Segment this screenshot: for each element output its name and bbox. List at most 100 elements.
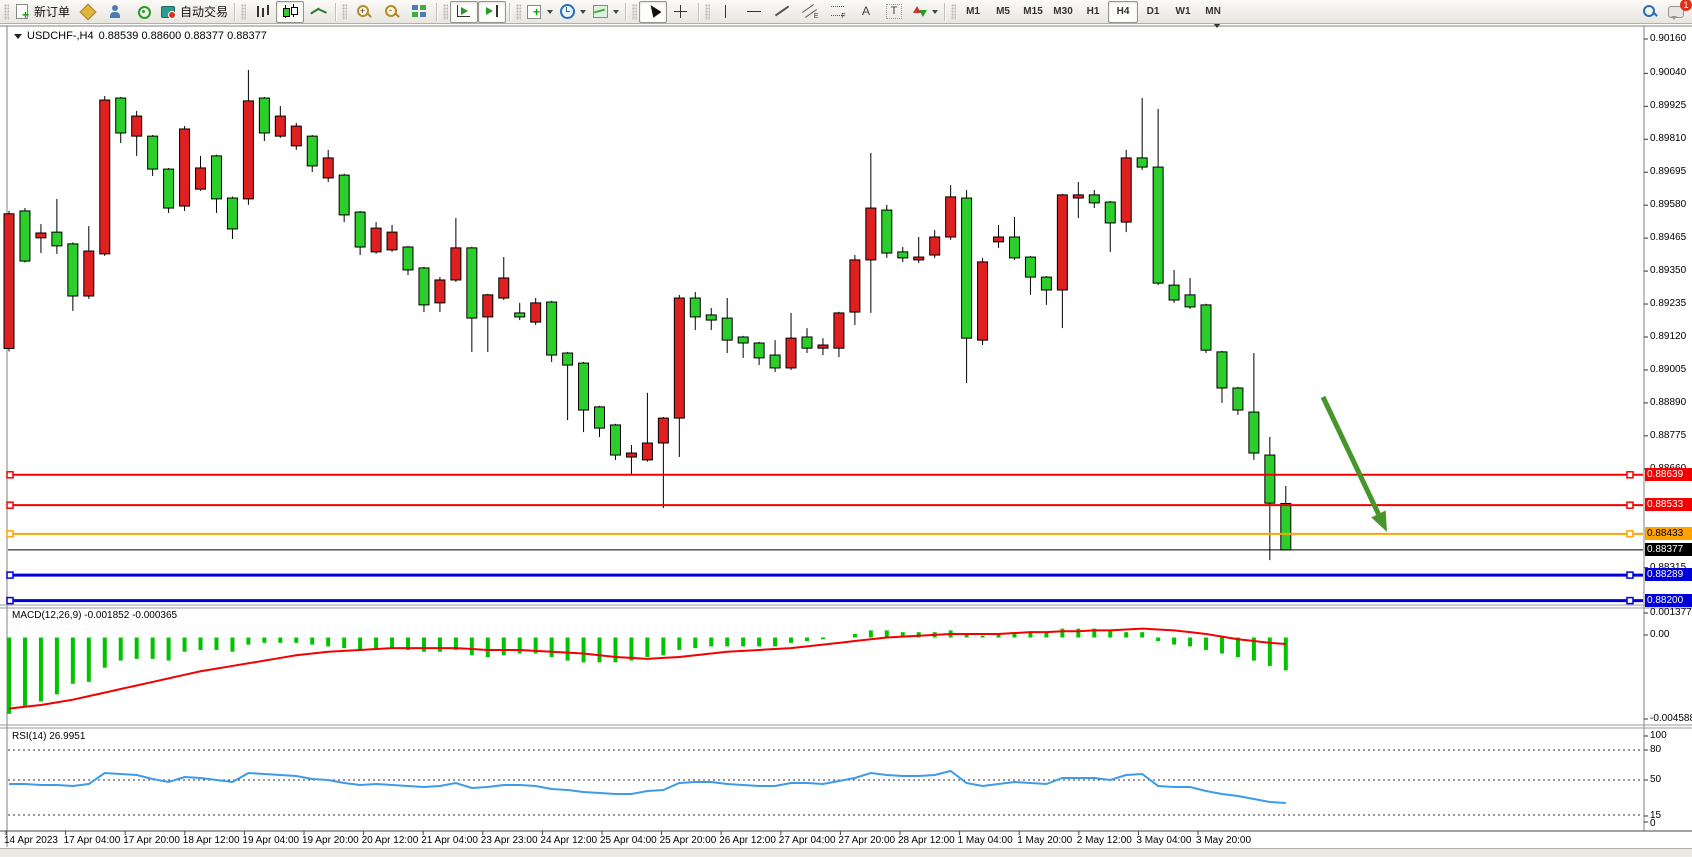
autotrading-button-label: 自动交易 — [180, 3, 228, 20]
price-axis-label: 0.89120 — [1650, 331, 1686, 342]
toolbar-separator — [234, 3, 236, 21]
time-axis-label: 23 Apr 23:00 — [481, 835, 538, 846]
crosshair-button[interactable] — [667, 1, 695, 23]
price-axis-label: 0.90040 — [1650, 67, 1686, 78]
rsi-axis-label: 50 — [1650, 774, 1661, 785]
level-price-tag: 0.88433 — [1645, 527, 1692, 540]
periods-button[interactable] — [556, 1, 589, 23]
timeframe-d1-button[interactable]: D1 — [1138, 1, 1168, 23]
price-axis-label: 0.89810 — [1650, 133, 1686, 144]
toolbar-grip[interactable] — [443, 4, 448, 20]
price-axis-label: 0.89695 — [1650, 166, 1686, 177]
tile-windows-button[interactable] — [405, 1, 433, 23]
macd-axis-label: 0.00 — [1650, 629, 1669, 640]
time-axis-label: 3 May 20:00 — [1196, 835, 1251, 846]
toolbar-grip[interactable] — [705, 4, 710, 20]
new-order-button-label: 新订单 — [34, 3, 70, 20]
time-axis-label: 3 May 04:00 — [1136, 835, 1191, 846]
search-icon[interactable] — [1642, 4, 1658, 20]
timeframe-m5-button[interactable]: M5 — [988, 1, 1018, 23]
chart-shift-marker[interactable] — [1213, 28, 1221, 46]
signals-button[interactable] — [129, 1, 157, 23]
timeframe-m1-button[interactable]: M1 — [958, 1, 988, 23]
chart-shift-button[interactable] — [478, 1, 506, 23]
timeframe-w1-button[interactable]: W1 — [1168, 1, 1198, 23]
toolbar-grip[interactable] — [4, 4, 9, 20]
time-axis-label: 14 Apr 2023 — [4, 835, 58, 846]
level-price-tag: 0.88533 — [1645, 498, 1692, 511]
trendline-button[interactable] — [768, 1, 796, 23]
rsi-indicator-value: 26.9951 — [49, 731, 85, 742]
zoom-in-button[interactable]: + — [349, 1, 377, 23]
toolbar-grip[interactable] — [342, 4, 347, 20]
timeframe-m15-button[interactable]: M15 — [1018, 1, 1048, 23]
time-axis-label: 25 Apr 20:00 — [660, 835, 717, 846]
vline-button[interactable] — [712, 1, 740, 23]
toolbar-separator — [436, 3, 438, 21]
price-axis-label: 0.89005 — [1650, 364, 1686, 375]
arrows-button[interactable] — [908, 1, 941, 23]
auto-scroll-button[interactable] — [450, 1, 478, 23]
chart-dropdown-icon[interactable] — [14, 34, 22, 39]
hline-button[interactable] — [740, 1, 768, 23]
level-price-tag: 0.88289 — [1645, 568, 1692, 581]
time-axis-label: 19 Apr 04:00 — [242, 835, 299, 846]
macd-axis-label: -0.004588 — [1650, 713, 1692, 724]
price-axis-label: 0.89465 — [1650, 232, 1686, 243]
profile-button[interactable] — [101, 1, 129, 23]
timeframe-m30-button[interactable]: M30 — [1048, 1, 1078, 23]
time-axis-label: 27 Apr 04:00 — [779, 835, 836, 846]
rsi-axis-label: 0 — [1650, 818, 1656, 829]
time-axis-label: 19 Apr 20:00 — [302, 835, 359, 846]
line-chart-button[interactable] — [304, 1, 332, 23]
price-axis-label: 0.90160 — [1650, 33, 1686, 44]
timeframe-h1-button[interactable]: H1 — [1078, 1, 1108, 23]
bar-chart-button[interactable] — [248, 1, 276, 23]
level-price-tag: 0.88200 — [1645, 594, 1692, 607]
chat-icon[interactable]: 1 — [1668, 4, 1686, 20]
channel-button[interactable]: E — [796, 1, 824, 23]
label-button[interactable]: T — [880, 1, 908, 23]
toolbar-grip[interactable] — [516, 4, 521, 20]
time-axis-label: 27 Apr 20:00 — [838, 835, 895, 846]
chart-ohlc-values: 0.88539 0.88600 0.88377 0.88377 — [99, 30, 267, 42]
toolbar-grip[interactable] — [241, 4, 246, 20]
toolbar-separator — [698, 3, 700, 21]
price-axis-label: 0.88890 — [1650, 397, 1686, 408]
candlestick-chart-button[interactable] — [276, 1, 304, 23]
level-price-tag: 0.88377 — [1645, 543, 1692, 556]
rsi-indicator-label: RSI(14) — [12, 731, 46, 742]
indicators-button[interactable]: + — [523, 1, 556, 23]
styler-button[interactable] — [73, 1, 101, 23]
toolbar-separator — [335, 3, 337, 21]
time-axis-label: 2 May 12:00 — [1077, 835, 1132, 846]
new-order-button[interactable]: +新订单 — [11, 1, 73, 23]
chat-badge: 1 — [1680, 0, 1692, 11]
level-price-tag: 0.88639 — [1645, 468, 1692, 481]
time-axis-label: 18 Apr 12:00 — [183, 835, 240, 846]
price-axis-label: 0.88775 — [1650, 430, 1686, 441]
chart-canvas — [0, 24, 1692, 856]
chart-window[interactable]: USDCHF-,H4 0.88539 0.88600 0.88377 0.883… — [0, 24, 1692, 856]
cursor-button[interactable] — [639, 1, 667, 23]
time-axis-label: 17 Apr 04:00 — [64, 835, 121, 846]
zoom-out-button[interactable]: - — [377, 1, 405, 23]
text-button[interactable]: A — [852, 1, 880, 23]
rsi-label-row: RSI(14) 26.9951 — [12, 731, 85, 742]
fibonacci-button[interactable]: F — [824, 1, 852, 23]
chevron-down-icon — [580, 10, 586, 14]
time-axis-label: 20 Apr 12:00 — [362, 835, 419, 846]
time-axis-label: 28 Apr 12:00 — [898, 835, 955, 846]
chevron-down-icon — [932, 10, 938, 14]
price-axis-label: 0.89580 — [1650, 199, 1686, 210]
toolbar-grip[interactable] — [632, 4, 637, 20]
timeframe-mn-button[interactable]: MN — [1198, 1, 1228, 23]
timeframe-h4-button[interactable]: H4 — [1108, 1, 1138, 23]
chevron-down-icon — [613, 10, 619, 14]
chart-symbol-timeframe: USDCHF-,H4 — [27, 30, 94, 42]
templates-button[interactable] — [589, 1, 622, 23]
toolbar-separator — [625, 3, 627, 21]
autotrading-button[interactable]: 自动交易 — [157, 1, 231, 23]
chart-title-row: USDCHF-,H4 0.88539 0.88600 0.88377 0.883… — [14, 30, 267, 42]
time-axis-label: 1 May 04:00 — [958, 835, 1013, 846]
